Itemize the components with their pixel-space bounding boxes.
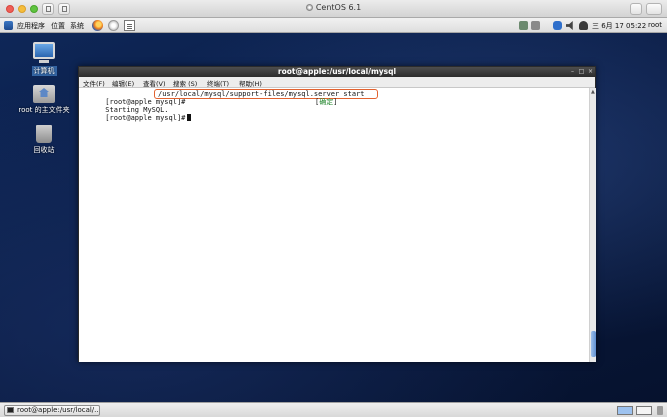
text-cursor [187, 114, 192, 121]
menu-search[interactable]: 搜索 (S) [173, 78, 197, 88]
menu-edit[interactable]: 编辑(E) [112, 78, 134, 88]
desktop-icon-label: 计算机 [31, 66, 57, 76]
terminal-line: [root@apple mysql]# [80, 106, 589, 122]
terminal-output[interactable]: [root@apple mysql]# /usr/local/mysql/sup… [79, 88, 589, 362]
gnome-bottom-panel: root@apple:/usr/local/... [0, 402, 667, 417]
status-bracket-close: ] [333, 98, 338, 106]
vm-unity-button[interactable] [646, 3, 662, 15]
power-icon[interactable] [579, 21, 588, 30]
trash-applet-icon[interactable] [657, 406, 663, 415]
scroll-up-icon[interactable]: ▲ [591, 89, 595, 95]
close-icon[interactable]: × [587, 69, 594, 75]
mail-client-icon[interactable] [108, 20, 119, 31]
volume-icon[interactable] [566, 21, 573, 30]
minimize-icon[interactable]: – [569, 69, 576, 75]
home-folder-icon [33, 85, 55, 103]
network-icon[interactable] [519, 21, 528, 30]
status-ok-text: 确定 [319, 98, 334, 106]
taskbar-label: root@apple:/usr/local/... [17, 406, 100, 414]
gnome-top-panel: 应用程序 位置 系统 三 6月 17 05:22 root [0, 18, 667, 33]
terminal-line: [root@apple mysql]# /usr/local/mysql/sup… [80, 89, 589, 106]
terminal-menubar: 文件(F) 编辑(E) 查看(V) 搜索 (S) 终端(T) 帮助(H) [79, 77, 595, 88]
desktop-icon-trash[interactable]: 回收站 [14, 125, 74, 155]
terminal-icon [7, 407, 14, 413]
menu-file[interactable]: 文件(F) [83, 78, 105, 88]
tray-applet-icon[interactable] [531, 21, 540, 30]
terminal-scrollbar[interactable]: ▲ [589, 88, 596, 362]
terminal-titlebar[interactable]: root@apple:/usr/local/mysql – □ × [79, 67, 595, 77]
workspace-2[interactable] [636, 406, 652, 415]
desktop-icon-label: root 的主文件夹 [18, 106, 70, 114]
workspace-1[interactable] [617, 406, 633, 415]
desktop-icon-computer[interactable]: 计算机 [14, 42, 74, 76]
computer-icon [33, 42, 55, 63]
firefox-icon[interactable] [92, 20, 103, 31]
scrollbar-thumb[interactable] [591, 331, 596, 357]
text-editor-icon[interactable] [124, 20, 135, 31]
menu-system[interactable]: 系统 [70, 21, 84, 31]
panel-clock[interactable]: 三 6月 17 05:22 [592, 21, 646, 31]
taskbar-terminal-button[interactable]: root@apple:/usr/local/... [4, 405, 100, 416]
terminal-title: root@apple:/usr/local/mysql [277, 67, 397, 76]
menu-places[interactable]: 位置 [51, 21, 65, 31]
desktop-icon-home[interactable]: root 的主文件夹 [14, 85, 74, 115]
menu-help[interactable]: 帮助(H) [239, 78, 262, 88]
menu-view[interactable]: 查看(V) [143, 78, 166, 88]
disc-icon [305, 4, 313, 11]
desktop-icon-label: 回收站 [33, 146, 55, 154]
panel-username[interactable]: root [648, 21, 662, 29]
trash-icon [36, 125, 52, 143]
terminal-window[interactable]: root@apple:/usr/local/mysql – □ × 文件(F) … [78, 66, 596, 362]
menu-applications[interactable]: 应用程序 [17, 21, 45, 31]
maximize-icon[interactable]: □ [578, 69, 585, 75]
host-titlebar: CentOS 6.1 [0, 0, 667, 18]
bluetooth-icon[interactable] [553, 21, 562, 30]
gnome-foot-icon [4, 21, 13, 30]
status-ok: [确定] [315, 98, 337, 106]
terminal-line: Starting MySQL. [确定] [80, 98, 589, 114]
vm-fullscreen-button[interactable] [630, 3, 642, 15]
host-window-title: CentOS 6.1 [315, 3, 362, 12]
shell-prompt: [root@apple mysql]# [105, 114, 186, 122]
menu-terminal[interactable]: 终端(T) [207, 78, 229, 88]
